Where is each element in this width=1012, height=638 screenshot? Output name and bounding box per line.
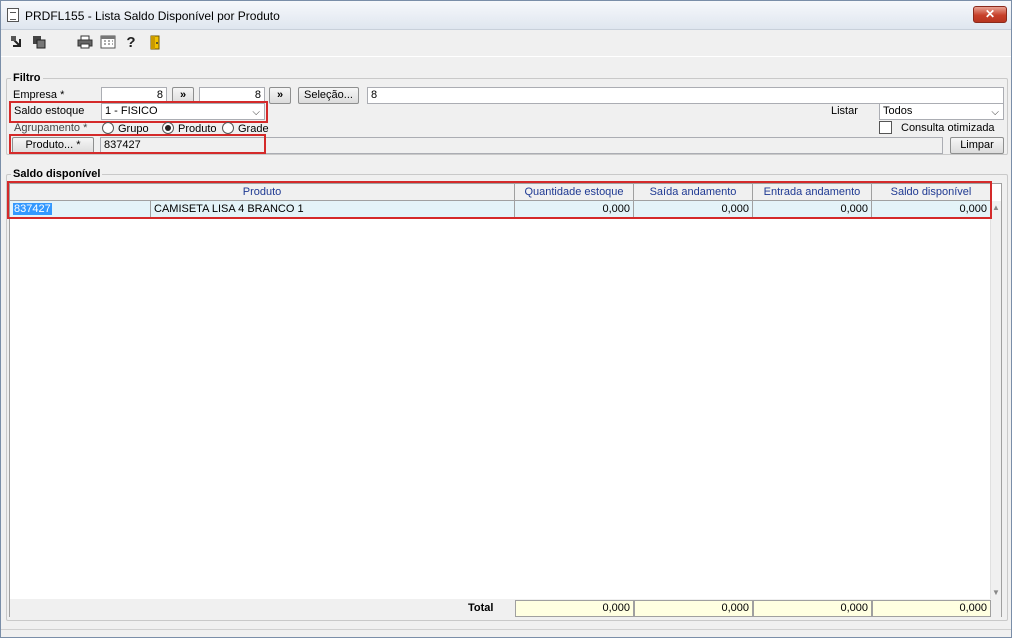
selecao-value-field[interactable]: 8 [367, 87, 1004, 104]
toolbar-separator [1, 56, 1011, 57]
window-title: PRDFL155 - Lista Saldo Disponível por Pr… [25, 9, 280, 23]
empresa-to-lookup-button[interactable]: » [269, 87, 291, 104]
export-icon[interactable] [9, 35, 25, 51]
main-window: PRDFL155 - Lista Saldo Disponível por Pr… [0, 0, 1012, 638]
vertical-scrollbar[interactable]: ▲ ▼ [990, 201, 1001, 599]
saldo-estoque-highlight [9, 101, 268, 123]
produto-highlight [9, 134, 266, 154]
chevron-down-icon: ⌵ [991, 107, 999, 118]
listar-label: Listar [831, 105, 858, 117]
exit-door-icon[interactable] [147, 35, 163, 51]
listar-value: Todos [883, 105, 913, 117]
scroll-down-icon[interactable]: ▼ [992, 588, 1000, 597]
agrupamento-grade-radio[interactable] [222, 122, 234, 134]
empresa-label: Empresa * [13, 89, 65, 101]
totals-row: Total 0,000 0,000 0,000 0,000 [10, 599, 1001, 617]
close-button[interactable]: ✕ [973, 6, 1007, 23]
title-bar: PRDFL155 - Lista Saldo Disponível por Pr… [1, 1, 1011, 30]
scroll-up-icon[interactable]: ▲ [992, 203, 1000, 212]
print-icon[interactable] [77, 35, 93, 51]
status-bar [1, 629, 1011, 637]
agrupamento-label: Agrupamento * [14, 122, 88, 134]
filtro-group-title: Filtro [11, 72, 43, 84]
total-quantidade-estoque: 0,000 [515, 600, 634, 617]
total-saldo-disponivel: 0,000 [872, 600, 991, 617]
listar-select[interactable]: Todos ⌵ [879, 103, 1004, 120]
agrupamento-grupo-radio[interactable] [102, 122, 114, 134]
saldo-grid: Produto Quantidade estoque Saída andamen… [9, 183, 1002, 617]
agrupamento-produto-radio[interactable] [162, 122, 174, 134]
toolbar: ? [1, 30, 1011, 56]
app-document-icon [7, 8, 19, 22]
help-icon[interactable]: ? [123, 35, 139, 51]
saldo-group-title: Saldo disponível [11, 168, 103, 180]
total-entrada-andamento: 0,000 [753, 600, 872, 617]
selecao-button[interactable]: Seleção... [298, 87, 359, 104]
total-saida-andamento: 0,000 [634, 600, 753, 617]
consulta-otimizada-label: Consulta otimizada [901, 122, 995, 134]
grid-highlight [7, 181, 992, 219]
calendar-icon[interactable] [100, 35, 116, 51]
consulta-otimizada-checkbox[interactable] [879, 121, 892, 134]
limpar-button[interactable]: Limpar [950, 137, 1004, 154]
total-label: Total [468, 602, 494, 614]
copy-icon[interactable] [31, 35, 47, 51]
